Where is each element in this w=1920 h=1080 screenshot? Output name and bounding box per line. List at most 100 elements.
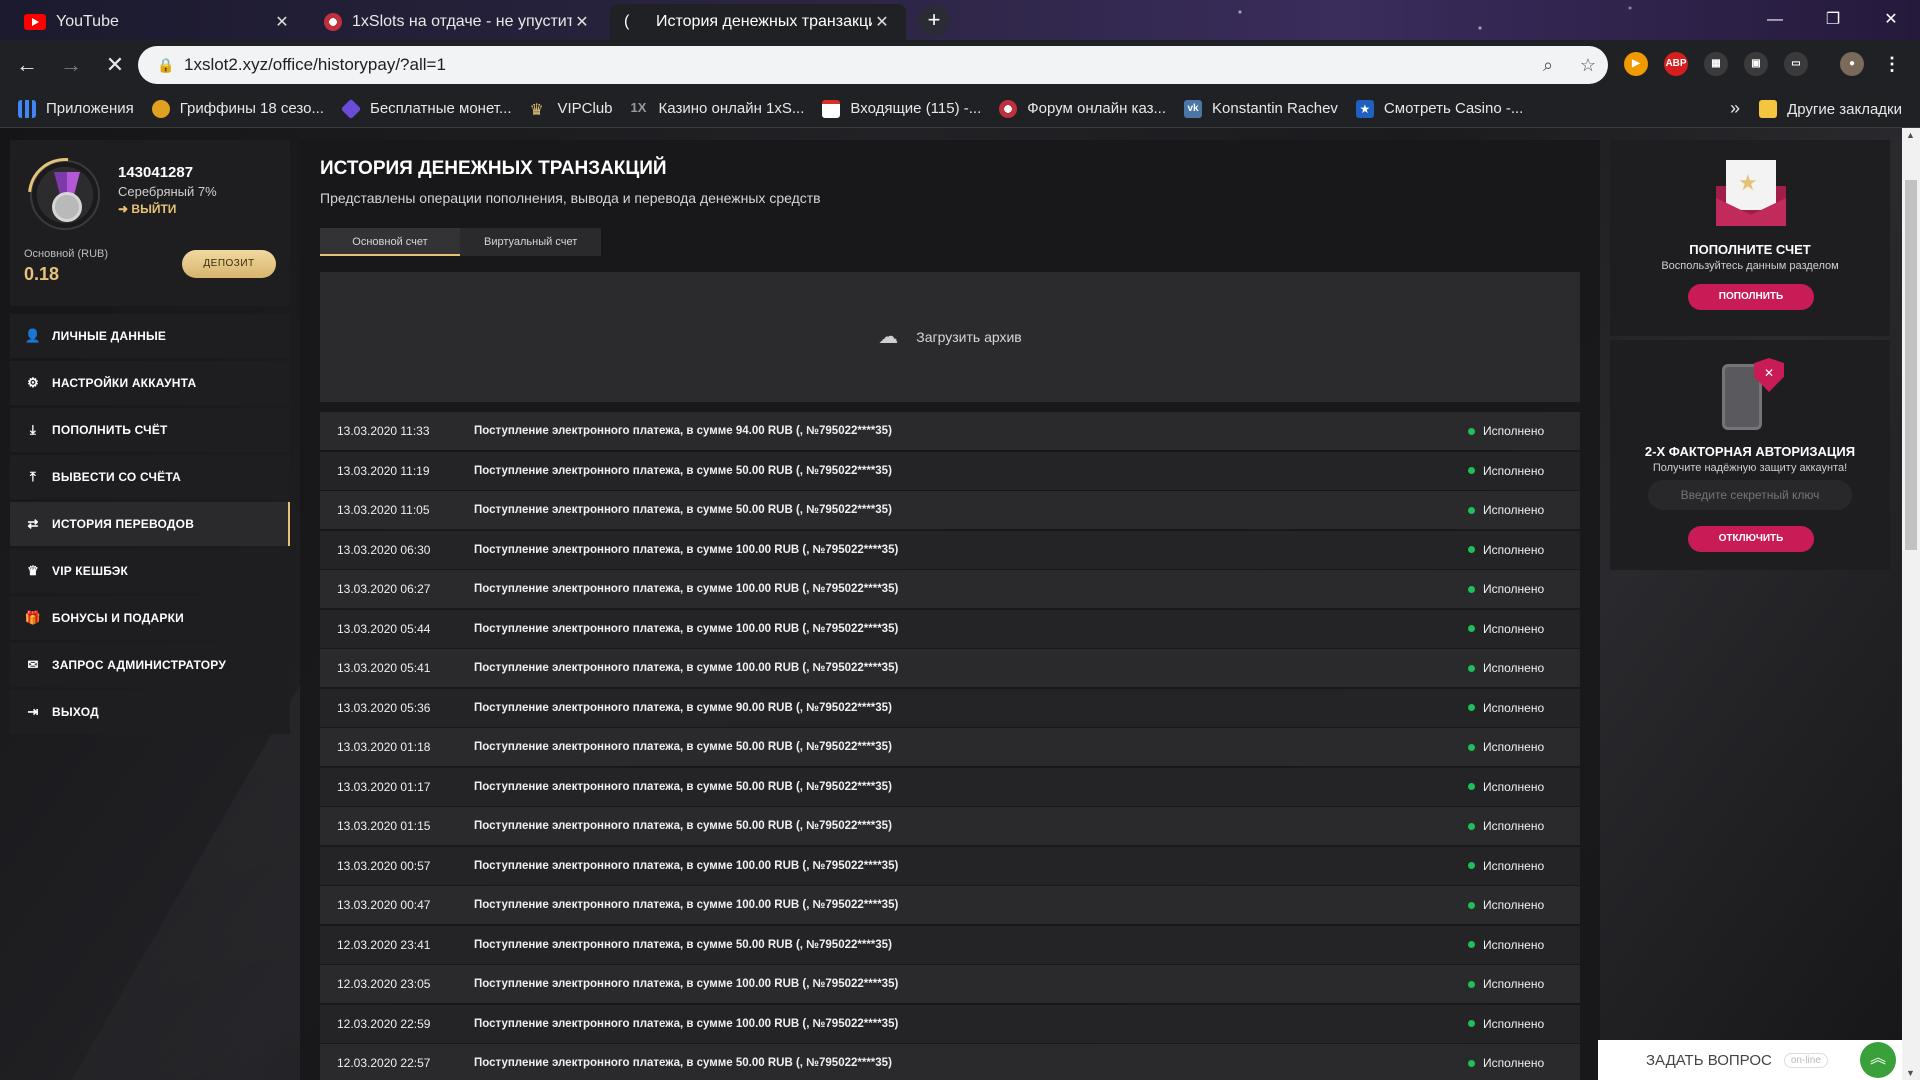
transaction-description: Поступление электронного платежа, в сумм… xyxy=(474,425,892,437)
tab-title: История денежных транзакций xyxy=(656,13,872,30)
top-up-button[interactable]: ПОПОЛНИТЬ xyxy=(1688,284,1814,310)
transaction-description: Поступление электронного платежа, в сумм… xyxy=(474,978,899,990)
status-dot-icon xyxy=(1468,783,1475,790)
tab-strip-background xyxy=(1120,0,1720,40)
deposit-card-title: ПОПОЛНИТЕ СЧЕТ xyxy=(1689,242,1811,257)
settings-icon: ⚙ xyxy=(27,375,39,390)
exit-icon: ➜ xyxy=(118,202,129,216)
menu-item-personal-data[interactable]: 👤 ЛИЧНЫЕ ДАННЫЕ xyxy=(10,314,290,358)
secret-key-input[interactable] xyxy=(1648,480,1852,510)
gmail-icon xyxy=(822,99,841,118)
bookmark-item[interactable]: 1X Казино онлайн 1xS... xyxy=(631,100,805,118)
tab-virtual-account[interactable]: Виртуальный счет xyxy=(460,228,602,256)
close-window-icon[interactable]: ✕ xyxy=(1862,0,1920,40)
status-label: Исполнено xyxy=(1483,937,1545,952)
status-label: Исполнено xyxy=(1483,1016,1545,1031)
stop-loading-icon[interactable]: ✕ xyxy=(98,48,132,82)
bookmark-star-icon[interactable]: ☆ xyxy=(1568,55,1608,76)
bookmark-apps[interactable]: Приложения xyxy=(18,99,134,118)
transaction-status: Исполнено xyxy=(1468,977,1580,991)
status-dot-icon xyxy=(1468,1059,1475,1067)
cloud-download-icon: ☁ xyxy=(878,326,899,348)
close-tab-icon[interactable]: ✕ xyxy=(872,12,892,32)
status-label: Исполнено xyxy=(1483,898,1545,912)
browser-tab-history[interactable]: ( История денежных транзакций ✕ xyxy=(610,4,906,40)
page-scrollbar[interactable]: ▲ ▼ xyxy=(1902,128,1920,1080)
transaction-description: Поступление электронного платежа, в сумм… xyxy=(474,938,892,951)
extension-icon[interactable]: ▣ xyxy=(1744,52,1768,76)
lock-icon[interactable]: 🔒 xyxy=(148,57,184,74)
gift-icon: 🎁 xyxy=(24,610,42,625)
minimize-icon[interactable]: — xyxy=(1746,0,1804,40)
bookmark-item[interactable]: ★ Смотреть Casino -... xyxy=(1355,99,1523,118)
extension-icon[interactable]: ▭ xyxy=(1784,52,1808,76)
url-text[interactable]: 1xslot2.xyz/office/historypay/?all=1 xyxy=(184,55,1528,75)
status-label: Исполнено xyxy=(1483,1056,1545,1070)
logout-link[interactable]: ➜ ВЫЙТИ xyxy=(118,202,176,216)
browser-tab-1xslots[interactable]: 1xSlots на отдаче - не упустите ✕ xyxy=(310,4,606,40)
menu-item-admin-request[interactable]: ✉ ЗАПРОС АДМИНИСТРАТОРУ xyxy=(10,643,290,687)
download-archive-label: Загрузить архив xyxy=(916,329,1022,345)
play-extension-icon[interactable]: ▶ xyxy=(1624,52,1648,76)
restore-icon[interactable]: ❐ xyxy=(1804,0,1862,40)
browser-tab-youtube[interactable]: YouTube ✕ xyxy=(10,4,306,40)
download-icon: ⤓ xyxy=(30,422,36,437)
other-bookmarks[interactable]: Другие закладки xyxy=(1759,90,1902,128)
transaction-status: Исполнено xyxy=(1468,464,1580,478)
upload-icon: ⤒ xyxy=(30,469,36,484)
menu-item-account-settings[interactable]: ⚙ НАСТРОЙКИ АККАУНТА xyxy=(10,361,290,405)
bookmark-item[interactable]: Входящие (115) -... xyxy=(822,99,981,118)
deposit-button[interactable]: ДЕПОЗИТ xyxy=(182,250,276,278)
coin-icon xyxy=(52,192,82,222)
forward-icon[interactable]: → xyxy=(54,48,88,82)
menu-item-label: НАСТРОЙКИ АККАУНТА xyxy=(52,376,197,390)
tab-main-account[interactable]: Основной счет xyxy=(320,228,460,256)
bookmark-item[interactable]: Гриффины 18 сезо... xyxy=(151,99,324,118)
transaction-status: Исполнено xyxy=(1468,661,1580,675)
bookmarks-bar: Приложения Гриффины 18 сезо... Бесплатны… xyxy=(0,90,1920,128)
transaction-status: Исполнено xyxy=(1468,740,1580,754)
extension-icon[interactable]: ▦ xyxy=(1704,52,1728,76)
search-icon[interactable]: ⌕ xyxy=(1528,55,1568,76)
menu-kebab-icon[interactable]: ⋮ xyxy=(1880,52,1904,76)
transaction-description: Поступление электронного платежа, в сумм… xyxy=(474,464,892,477)
table-row: 13.03.2020 05:36 Поступление электронного… xyxy=(320,688,1580,727)
status-dot-icon xyxy=(1468,901,1475,909)
bookmark-item[interactable]: vk Konstantin Rachev xyxy=(1184,99,1338,118)
menu-item-exit[interactable]: ⇥ ВЫХОД xyxy=(10,690,290,734)
scrollbar-thumb[interactable] xyxy=(1905,180,1917,550)
transfer-icon: ⇄ xyxy=(27,516,39,531)
bookmark-favicon-icon xyxy=(999,99,1018,118)
user-rank: Серебряный 7% xyxy=(118,184,217,199)
ask-question-widget[interactable]: ЗАДАТЬ ВОПРОС on-line ︽ xyxy=(1598,1040,1902,1080)
back-icon[interactable]: ← xyxy=(10,48,44,82)
menu-item-label: БОНУСЫ И ПОДАРКИ xyxy=(52,611,184,625)
mail-icon: ✉ xyxy=(27,657,39,672)
chevron-up-icon[interactable]: ︽ xyxy=(1860,1042,1896,1078)
new-tab-button[interactable]: + xyxy=(918,6,950,36)
transaction-date: 12.03.2020 22:57 xyxy=(337,1056,431,1070)
bookmark-item[interactable]: ♛ VIPClub xyxy=(530,100,613,119)
menu-item-withdraw[interactable]: ⤒ ВЫВЕСТИ СО СЧЁТА xyxy=(10,455,290,499)
status-label: Исполнено xyxy=(1483,977,1545,991)
menu-item-deposit[interactable]: ⤓ ПОПОЛНИТЬ СЧЁТ xyxy=(10,408,290,452)
transaction-date: 12.03.2020 22:59 xyxy=(337,1016,431,1031)
download-archive-button[interactable]: ☁ Загрузить архив xyxy=(320,272,1580,402)
transaction-description: Поступление электронного платежа, в сумм… xyxy=(474,583,899,595)
bookmark-item[interactable]: Форум онлайн каз... xyxy=(999,99,1166,118)
adblock-icon[interactable]: ABP xyxy=(1664,52,1688,76)
more-bookmarks-icon[interactable]: » xyxy=(1730,98,1740,119)
avatar[interactable]: ● xyxy=(1840,52,1864,76)
table-row: 13.03.2020 05:44 Поступление электронного… xyxy=(320,609,1580,648)
menu-item-bonuses[interactable]: 🎁 БОНУСЫ И ПОДАРКИ xyxy=(10,596,290,640)
close-tab-icon[interactable]: ✕ xyxy=(572,12,592,32)
menu-item-transfer-history[interactable]: ⇄ ИСТОРИЯ ПЕРЕВОДОВ xyxy=(10,502,290,546)
disable-2fa-button[interactable]: ОТКЛЮЧИТЬ xyxy=(1688,526,1814,552)
scroll-down-icon[interactable]: ▼ xyxy=(1906,1068,1915,1078)
close-tab-icon[interactable]: ✕ xyxy=(272,12,292,32)
menu-item-vip-cashback[interactable]: ♛ VIP КЕШБЭК xyxy=(10,549,290,593)
scroll-up-icon[interactable]: ▲ xyxy=(1906,130,1915,140)
address-bar[interactable]: 🔒 1xslot2.xyz/office/historypay/?all=1 ⌕… xyxy=(138,46,1608,84)
table-row: 12.03.2020 22:57 Поступление электронного… xyxy=(320,1044,1580,1080)
bookmark-item[interactable]: Бесплатные монет... xyxy=(340,98,512,119)
